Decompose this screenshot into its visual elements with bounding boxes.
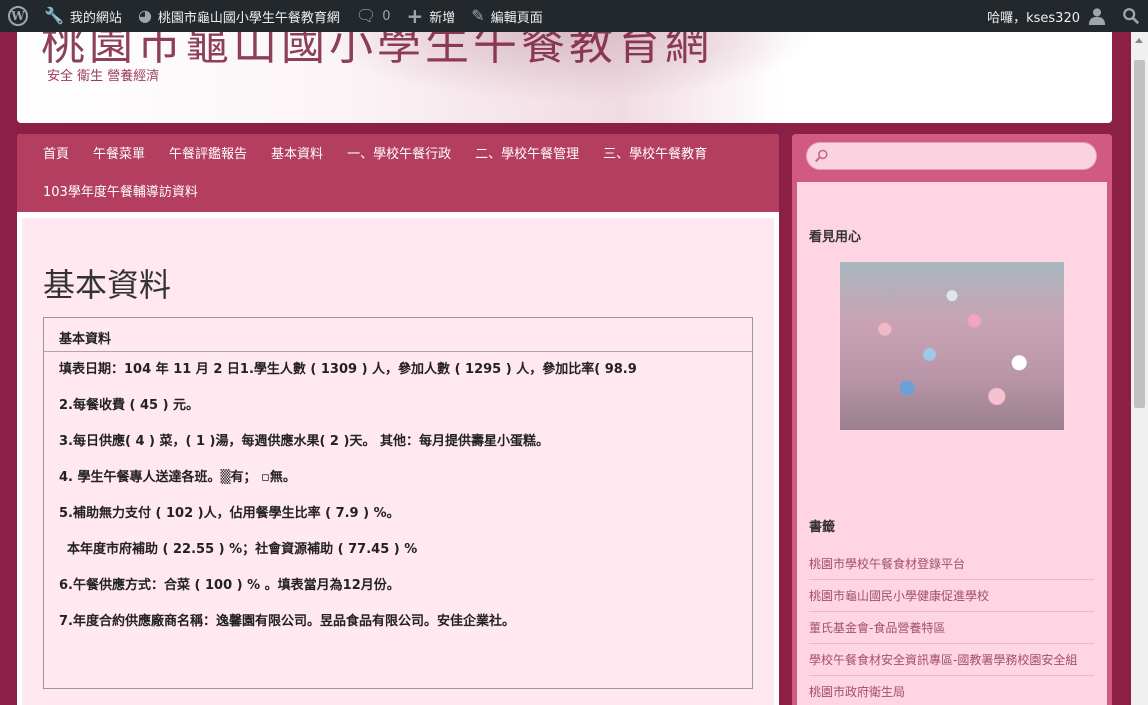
primary-navigation: 首頁 午餐菜單 午餐評鑑報告 基本資料 一、學校午餐行政 二、學校午餐管理 三、… <box>17 134 779 212</box>
search-input[interactable] <box>806 142 1097 170</box>
page-scrollbar[interactable] <box>1131 32 1148 705</box>
new-content-menu[interactable]: + 新增 <box>399 0 464 32</box>
site-name-label: 桃園市龜山國小學生午餐教育網 <box>157 10 340 26</box>
my-site-menu[interactable]: 🔧 我的網站 <box>36 0 130 32</box>
my-site-label: 我的網站 <box>69 10 122 26</box>
table-row: 3.每日供應( 4 ) 菜，( 1 )湯，每週供應水果( 2 )天。 其他：每月… <box>59 434 549 449</box>
table-row: 4. 學生午餐專人送達各班。▒有； ▫無。 <box>59 470 296 485</box>
edit-page-label: 編輯頁面 <box>490 10 543 26</box>
site-description: 安全 衛生 營養經濟 <box>47 69 160 84</box>
students-photo <box>840 262 1064 430</box>
account-menu[interactable]: 哈囉，kses320 <box>979 0 1114 32</box>
search-icon <box>814 149 828 163</box>
table-row: 填表日期：104 年 11 月 2 日1.學生人數 ( 1309 ) 人，參加人… <box>59 362 637 377</box>
new-label: 新增 <box>429 10 456 26</box>
nav-item-education[interactable]: 三、學校午餐教育 <box>591 140 719 178</box>
page-content: 基本資料 基本資料 填表日期：104 年 11 月 2 日1.學生人數 ( 13… <box>22 218 774 705</box>
bookmark-link[interactable]: 董氏基金會-食品營養特區 <box>809 612 1094 644</box>
table-row: 5.補助無力支付 ( 102 )人，佔用餐學生比率 ( 7.9 ) %。 <box>59 506 400 521</box>
bookmark-link[interactable]: 學校午餐食材安全資訊專區-國教署學務校園安全組 <box>809 644 1094 676</box>
nav-item-management[interactable]: 二、學校午餐管理 <box>463 140 591 178</box>
scroll-up-arrow-icon[interactable] <box>1135 38 1143 43</box>
greeting-label: 哈囉，kses320 <box>987 10 1080 26</box>
table-row: 7.年度合約供應廠商名稱：逸馨園有限公司。昱品食品有限公司。安佳企業社。 <box>59 614 515 629</box>
basic-info-table: 基本資料 填表日期：104 年 11 月 2 日1.學生人數 ( 1309 ) … <box>43 317 753 689</box>
nav-item-admin[interactable]: 一、學校午餐行政 <box>335 140 463 178</box>
bookmark-link[interactable]: 桃園市龜山國民小學健康促進學校 <box>809 580 1094 612</box>
comments-button[interactable]: 🗨 0 <box>348 0 399 32</box>
main-column: 首頁 午餐菜單 午餐評鑑報告 基本資料 一、學校午餐行政 二、學校午餐管理 三、… <box>17 134 779 705</box>
scrollbar-thumb[interactable] <box>1134 60 1145 408</box>
dashboard-icon: ◕ <box>137 6 152 25</box>
wrench-icon: 🔧 <box>44 6 64 25</box>
wordpress-logo-button[interactable]: W <box>0 0 36 32</box>
user-avatar-icon <box>1088 8 1106 25</box>
nav-item-menu[interactable]: 午餐菜單 <box>81 140 157 178</box>
widget-title-bookmarks: 書籤 <box>809 520 836 535</box>
table-row: 2.每餐收費 ( 45 ) 元。 <box>59 398 200 413</box>
nav-item-home[interactable]: 首頁 <box>31 140 81 178</box>
page-title: 基本資料 <box>43 266 172 304</box>
bookmark-link[interactable]: 桃園市學校午餐食材登錄平台 <box>809 548 1094 580</box>
admin-bar: W 🔧 我的網站 ◕ 桃園市龜山國小學生午餐教育網 🗨 0 + 新增 ✎ 編輯頁… <box>0 0 1148 32</box>
edit-page-button[interactable]: ✎ 編輯頁面 <box>463 0 550 32</box>
search-icon <box>1123 8 1140 25</box>
admin-search-button[interactable] <box>1114 0 1148 32</box>
comment-bubble-icon: 🗨 <box>355 6 377 25</box>
sidebar: 看見用心 書籤 桃園市學校午餐食材登錄平台 桃園市龜山國民小學健康促進學校 董氏… <box>792 134 1112 705</box>
nav-item-basic-info[interactable]: 基本資料 <box>259 140 335 178</box>
table-row: 6.午餐供應方式：合菜 ( 100 ) % 。填表當月為12月份。 <box>59 578 400 593</box>
table-row: 本年度市府補助 ( 22.55 ) %；社會資源補助 ( 77.45 ) % <box>67 542 418 557</box>
plus-icon: + <box>406 4 424 28</box>
table-header: 基本資料 <box>44 318 752 352</box>
site-header: 桃園市龜山國小學生午餐教育網 安全 衛生 營養經濟 <box>17 32 1112 123</box>
nav-item-103-visit[interactable]: 103學年度午餐輔導訪資料 <box>31 178 210 216</box>
site-name-menu[interactable]: ◕ 桃園市龜山國小學生午餐教育網 <box>130 0 348 32</box>
bookmark-list: 桃園市學校午餐食材登錄平台 桃園市龜山國民小學健康促進學校 董氏基金會-食品營養… <box>809 548 1094 705</box>
comments-count: 0 <box>382 8 391 24</box>
bookmark-link[interactable]: 桃園市政府衛生局 <box>809 676 1094 705</box>
wordpress-icon: W <box>8 6 28 26</box>
nav-item-evaluation-report[interactable]: 午餐評鑑報告 <box>157 140 259 178</box>
pencil-icon: ✎ <box>471 6 485 25</box>
sidebar-widgets: 看見用心 書籤 桃園市學校午餐食材登錄平台 桃園市龜山國民小學健康促進學校 董氏… <box>797 182 1107 705</box>
sidebar-search <box>792 134 1112 178</box>
widget-title-photo: 看見用心 <box>809 230 862 245</box>
